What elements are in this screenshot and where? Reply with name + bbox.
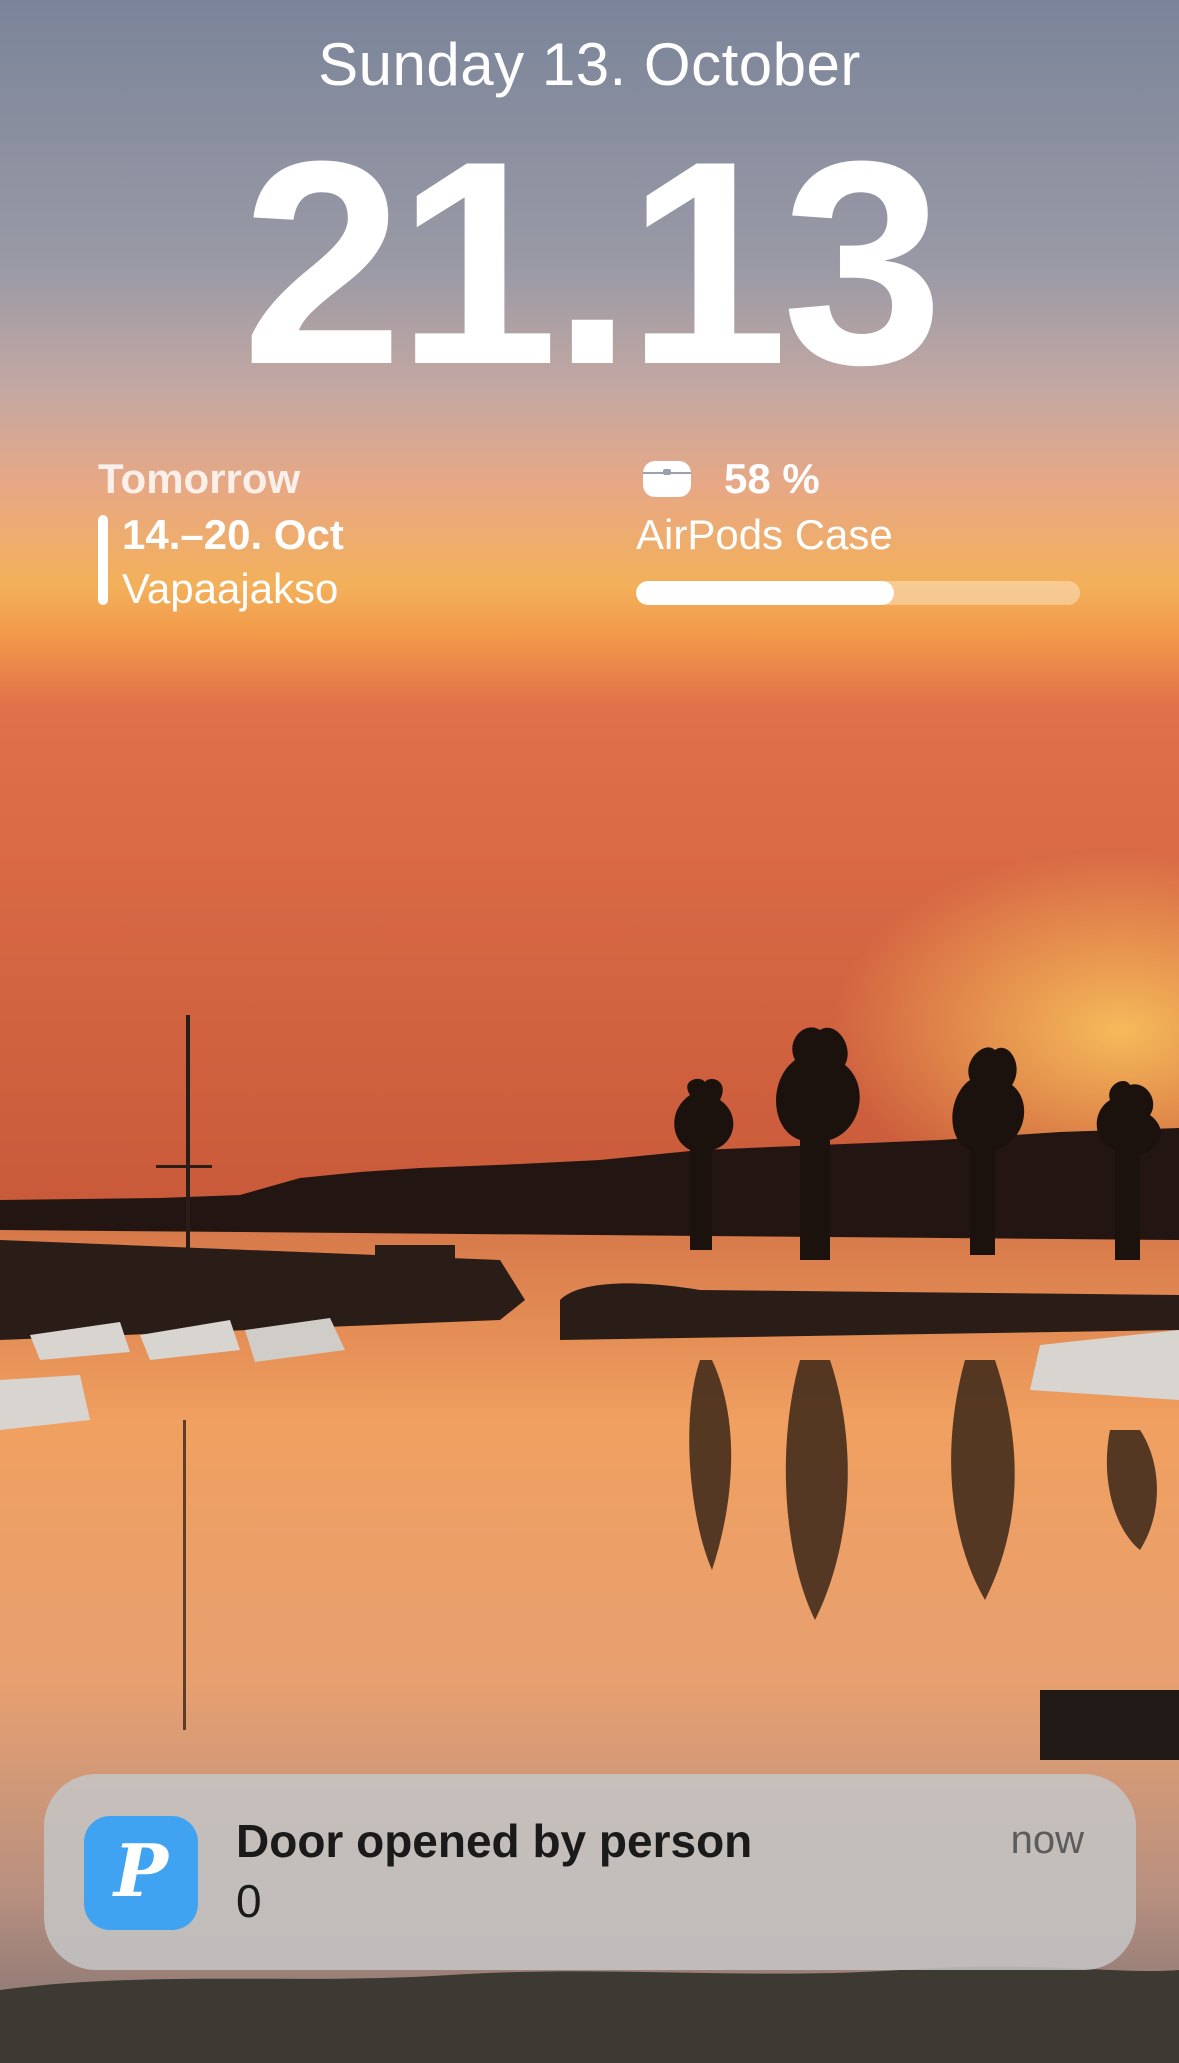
- lock-screen-time: 21.13: [241, 101, 944, 425]
- calendar-event-color-bar: [98, 515, 108, 605]
- notification-body: 0: [236, 1875, 262, 1927]
- calendar-widget[interactable]: Tomorrow 14.–20. Oct Vapaajakso: [98, 455, 518, 615]
- calendar-widget-title: Tomorrow: [98, 455, 301, 502]
- battery-percentage: 58 %: [724, 455, 820, 502]
- calendar-event-dates: 14.–20. Oct: [122, 511, 344, 558]
- battery-level-fill: [636, 581, 894, 605]
- notification-timestamp: now: [1010, 1818, 1084, 1862]
- script-p-app-icon: P: [84, 1816, 198, 1930]
- airpods-case-icon: [643, 461, 691, 497]
- lock-screen-date: Sunday 13. October: [318, 31, 861, 98]
- svg-text:P: P: [112, 1828, 170, 1913]
- notification-title: Door opened by person: [236, 1815, 753, 1867]
- battery-device-name: AirPods Case: [636, 511, 893, 558]
- notification-banner[interactable]: P Door opened by person 0 now: [44, 1774, 1136, 1970]
- battery-level-track: [636, 581, 1080, 605]
- calendar-event-name: Vapaajakso: [122, 565, 339, 612]
- battery-widget[interactable]: 58 % AirPods Case: [636, 455, 1080, 615]
